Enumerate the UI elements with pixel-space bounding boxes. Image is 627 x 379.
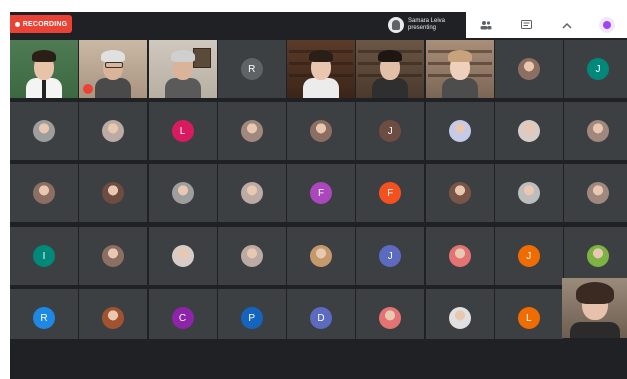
participant-avatar: D [310, 307, 332, 329]
participant-tile[interactable] [10, 102, 78, 160]
recording-dot-icon [14, 21, 20, 27]
participant-avatar [310, 245, 332, 267]
presenter-chip[interactable]: Samara Leiva presenting [388, 15, 462, 35]
participant-tile[interactable]: J [564, 40, 627, 98]
participant-tile[interactable] [425, 102, 494, 160]
chevron-up-icon[interactable] [559, 17, 575, 33]
participant-tile[interactable] [217, 102, 286, 160]
participant-tile[interactable] [79, 227, 148, 285]
participant-avatar: L [517, 307, 540, 329]
participant-avatar [448, 182, 471, 204]
participant-tile[interactable]: R [217, 40, 286, 98]
chat-icon[interactable] [518, 17, 534, 33]
participant-tile[interactable]: J [356, 102, 425, 160]
participant-tile[interactable] [10, 40, 78, 98]
participant-tile[interactable] [79, 164, 148, 222]
participant-avatar [102, 307, 125, 329]
participant-tile[interactable]: I [10, 227, 78, 285]
participant-avatar [102, 182, 125, 204]
presenter-avatar [388, 17, 404, 33]
participant-avatar [448, 120, 471, 142]
participant-avatar: L [171, 120, 194, 142]
recording-label: RECORDING [22, 20, 68, 28]
participant-avatar [240, 182, 263, 204]
participant-avatar: F [379, 182, 402, 204]
participant-tile[interactable]: F [356, 164, 425, 222]
participant-avatar: P [240, 307, 263, 329]
participant-avatar [33, 120, 55, 142]
self-view-tile[interactable] [562, 278, 627, 338]
participant-avatar: J [587, 58, 609, 80]
participant-avatar [587, 245, 609, 267]
participant-avatar [587, 182, 609, 204]
recording-badge: RECORDING [10, 15, 72, 33]
participant-avatar: R [33, 307, 55, 329]
grid-row: RJ [10, 40, 627, 98]
activities-icon[interactable] [598, 17, 615, 33]
grid-row: FF [10, 164, 627, 222]
presenter-name: Samara Leiva [408, 18, 446, 24]
participant-avatar [33, 182, 55, 204]
participant-avatar [171, 245, 194, 267]
participant-tile[interactable] [564, 102, 627, 160]
participant-avatar: I [33, 245, 55, 267]
participant-tile[interactable]: J [494, 227, 563, 285]
participant-tile[interactable]: L [148, 102, 217, 160]
participant-avatar [102, 120, 125, 142]
participant-avatar [171, 182, 194, 204]
participant-avatar: C [171, 307, 194, 329]
participant-tile[interactable] [10, 164, 78, 222]
people-icon[interactable] [478, 17, 494, 33]
participant-avatar [310, 120, 332, 142]
participant-tile[interactable] [494, 40, 563, 98]
participant-tile[interactable] [425, 164, 494, 222]
participant-tile[interactable] [79, 40, 148, 98]
participant-avatar [240, 245, 263, 267]
participant-tile[interactable] [356, 40, 425, 98]
participant-avatar: J [517, 245, 540, 267]
participant-tile[interactable] [287, 102, 355, 160]
participant-tile[interactable] [148, 164, 217, 222]
participant-avatar [448, 307, 471, 329]
participant-grid: RJLJFFIJJRCPDL [10, 40, 627, 347]
participant-tile[interactable] [494, 102, 563, 160]
participant-tile[interactable]: J [356, 227, 425, 285]
participant-avatar [517, 58, 540, 80]
meeting-window: RECORDING Samara Leiva presenting RJLJ F… [10, 12, 627, 379]
participant-avatar: R [240, 58, 263, 80]
participant-tile[interactable] [494, 164, 563, 222]
grid-row: IJJ [10, 227, 627, 285]
participant-tile[interactable] [564, 227, 627, 285]
participant-tile[interactable] [287, 40, 355, 98]
participant-tile[interactable] [217, 227, 286, 285]
participant-avatar [587, 120, 609, 142]
participant-tile[interactable]: F [287, 164, 355, 222]
top-bar: RECORDING Samara Leiva presenting [10, 12, 627, 38]
participant-avatar: J [379, 120, 402, 142]
participant-tile[interactable] [425, 40, 494, 98]
bottom-bar [10, 339, 627, 379]
participant-avatar [517, 182, 540, 204]
participant-avatar: F [310, 182, 332, 204]
participant-tile[interactable] [564, 164, 627, 222]
participant-tile[interactable] [217, 164, 286, 222]
top-controls [466, 12, 627, 38]
participant-tile[interactable] [425, 227, 494, 285]
participant-avatar [379, 307, 402, 329]
participant-avatar [240, 120, 263, 142]
participant-tile[interactable] [287, 227, 355, 285]
participant-avatar: J [379, 245, 402, 267]
participant-tile[interactable] [148, 40, 217, 98]
participant-avatar [517, 120, 540, 142]
participant-tile[interactable] [79, 102, 148, 160]
participant-avatar [102, 245, 125, 267]
grid-row: LJ [10, 102, 627, 160]
participant-avatar [448, 245, 471, 267]
presenter-subtitle: presenting [408, 25, 437, 31]
participant-tile[interactable] [148, 227, 217, 285]
